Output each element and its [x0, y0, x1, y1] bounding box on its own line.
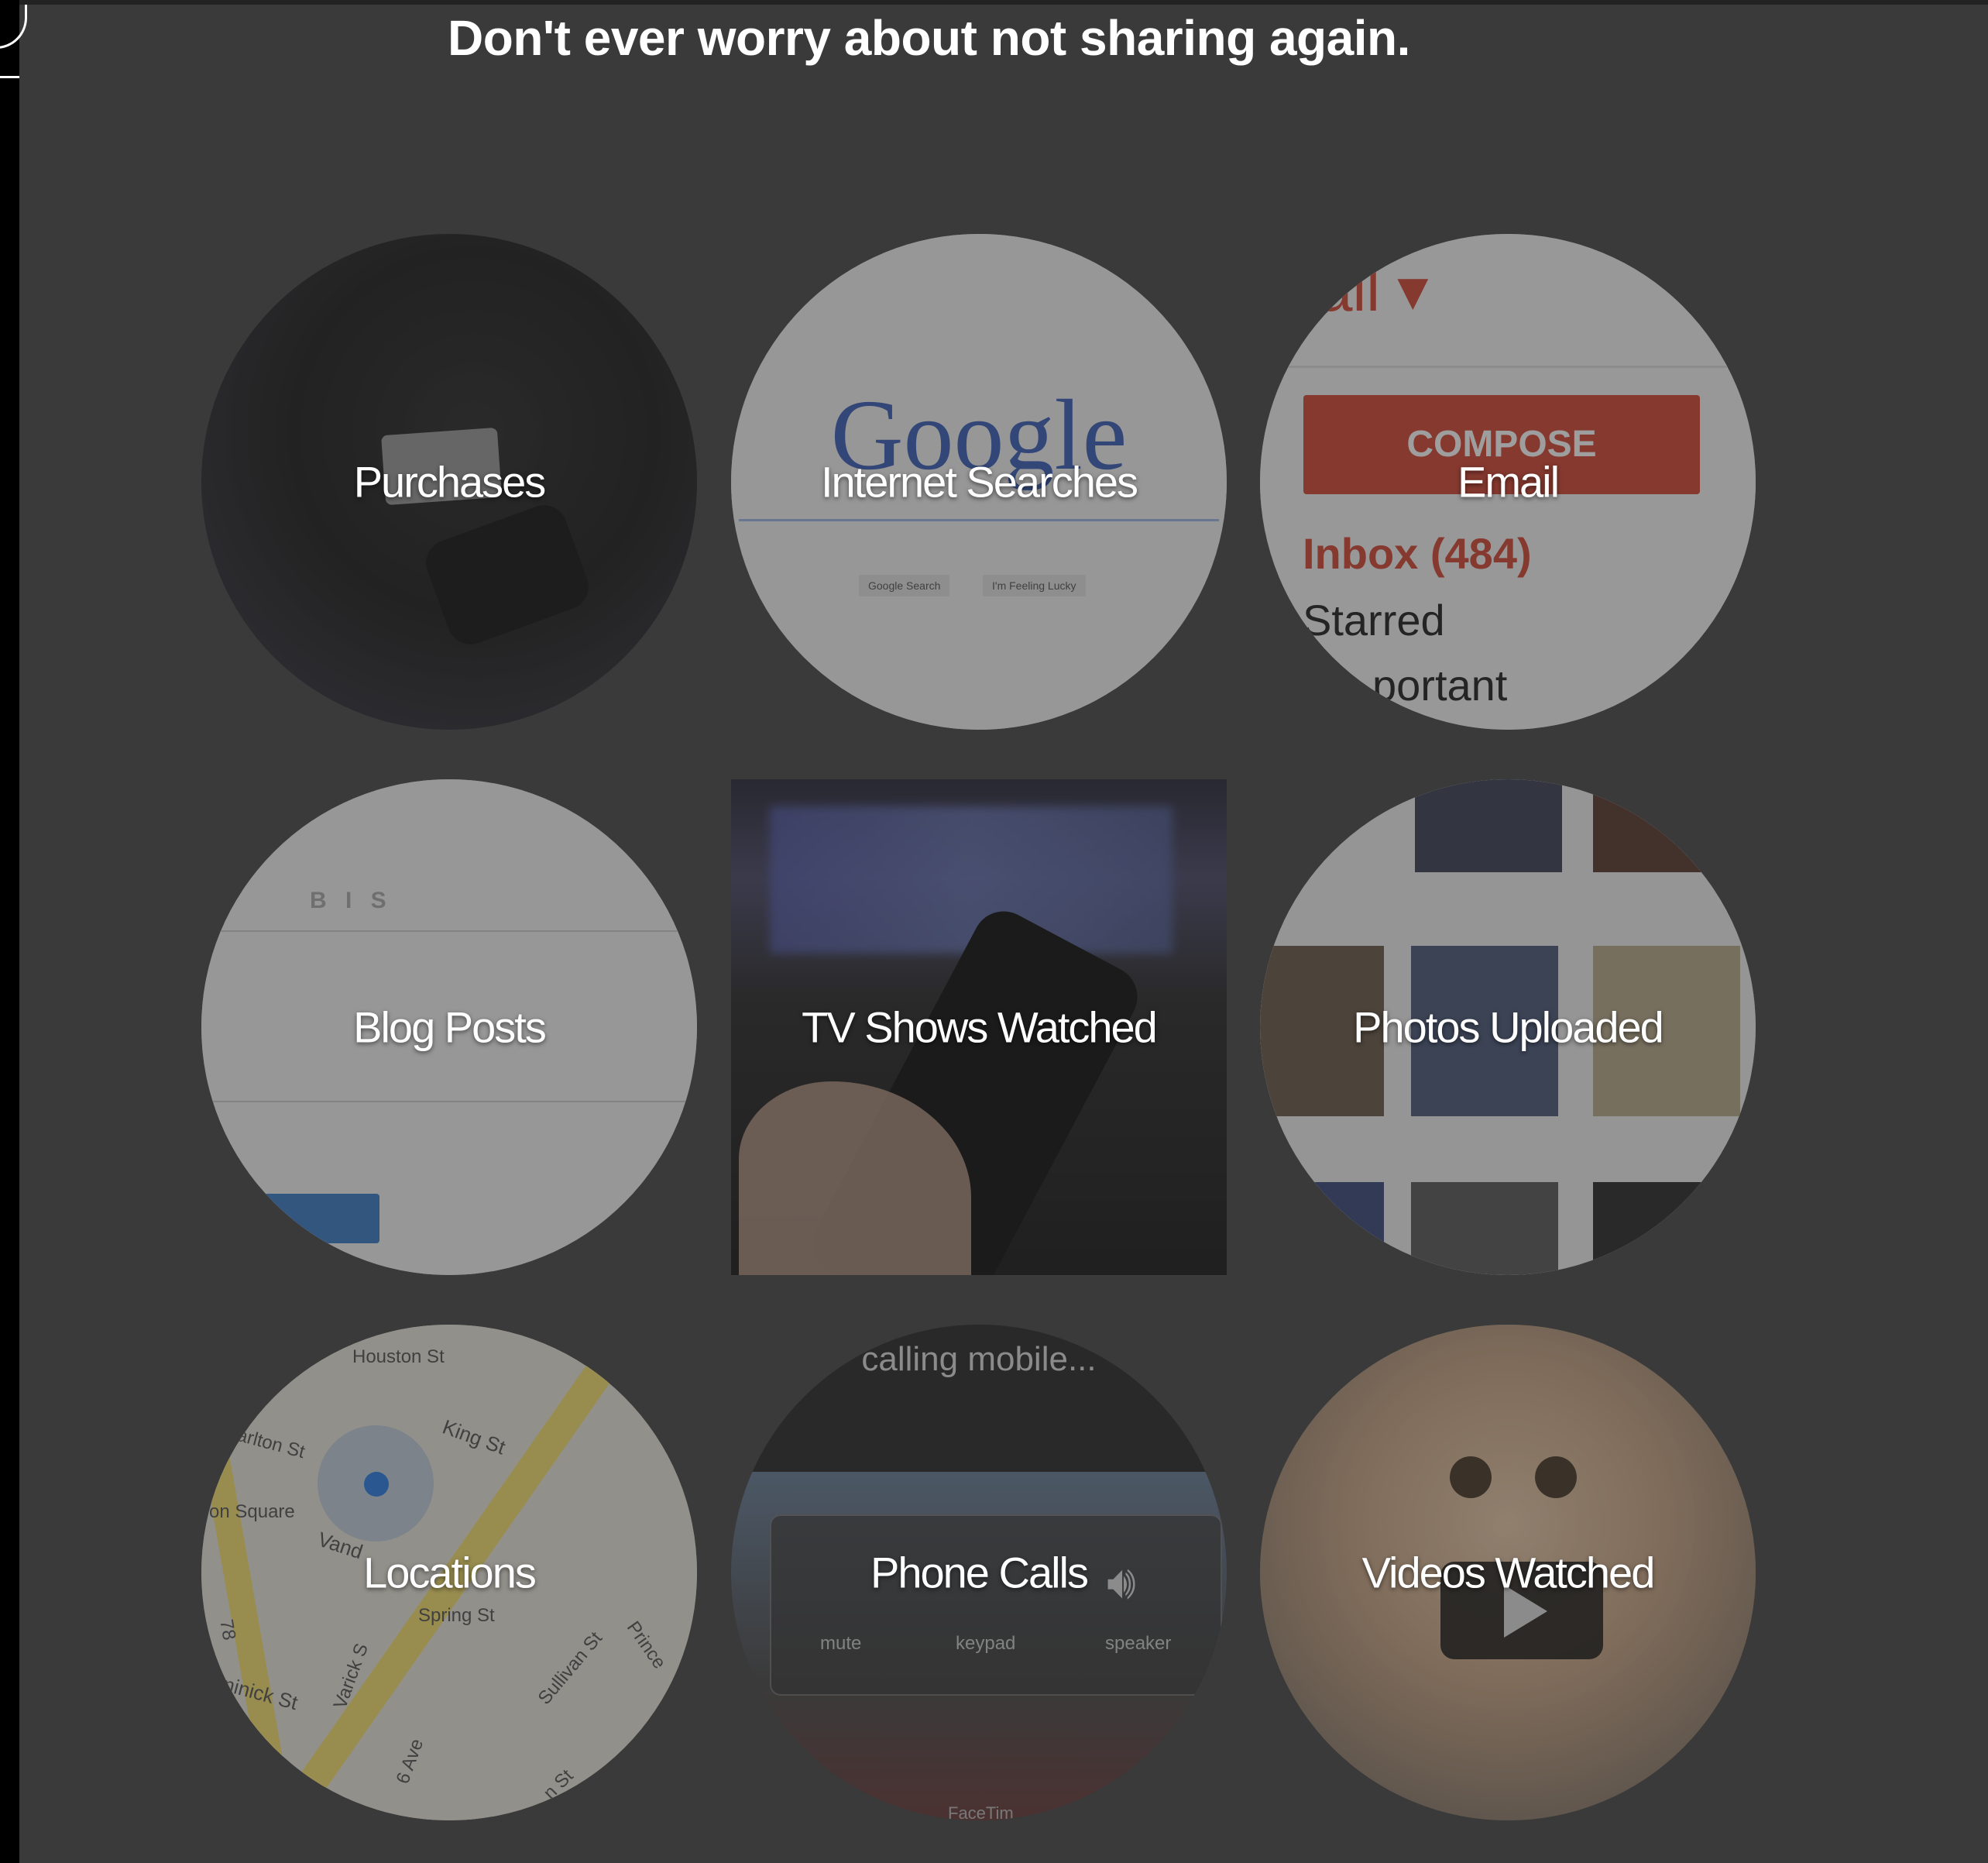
tile-photos-uploaded[interactable]: Photos Uploaded: [1260, 779, 1756, 1275]
tile-label: Internet Searches: [820, 457, 1138, 507]
top-border: [19, 0, 1988, 5]
corner-tick: [0, 76, 19, 78]
left-edge-bar: [0, 0, 27, 1863]
tile-purchases[interactable]: Purchases: [201, 234, 697, 730]
tile-label: Phone Calls: [870, 1548, 1089, 1597]
tile-label: Locations: [363, 1548, 537, 1597]
tile-blog-posts[interactable]: B I S Blog Posts: [201, 779, 697, 1275]
tile-label: Photos Uploaded: [1353, 1002, 1664, 1052]
tile-phone-calls[interactable]: calling mobile... mute keypad speaker 🔊︎…: [731, 1325, 1227, 1820]
tile-label: Purchases: [353, 457, 547, 507]
tile-email[interactable]: ail ▾ COMPOSE Inbox (484) Starred portan…: [1260, 234, 1756, 730]
tile-tv-shows-watched[interactable]: TV Shows Watched: [731, 779, 1227, 1275]
tile-locations[interactable]: Houston St King St arlton St on Square V…: [201, 1325, 697, 1820]
tile-videos-watched[interactable]: Videos Watched: [1260, 1325, 1756, 1820]
tile-label: Email: [1457, 457, 1560, 507]
tile-label: TV Shows Watched: [802, 1002, 1158, 1052]
tile-label: Videos Watched: [1361, 1548, 1656, 1597]
tile-internet-searches[interactable]: Google Google Search I'm Feeling Lucky I…: [731, 234, 1227, 730]
tile-label: Blog Posts: [353, 1002, 547, 1052]
page-headline: Don't ever worry about not sharing again…: [448, 10, 1410, 66]
